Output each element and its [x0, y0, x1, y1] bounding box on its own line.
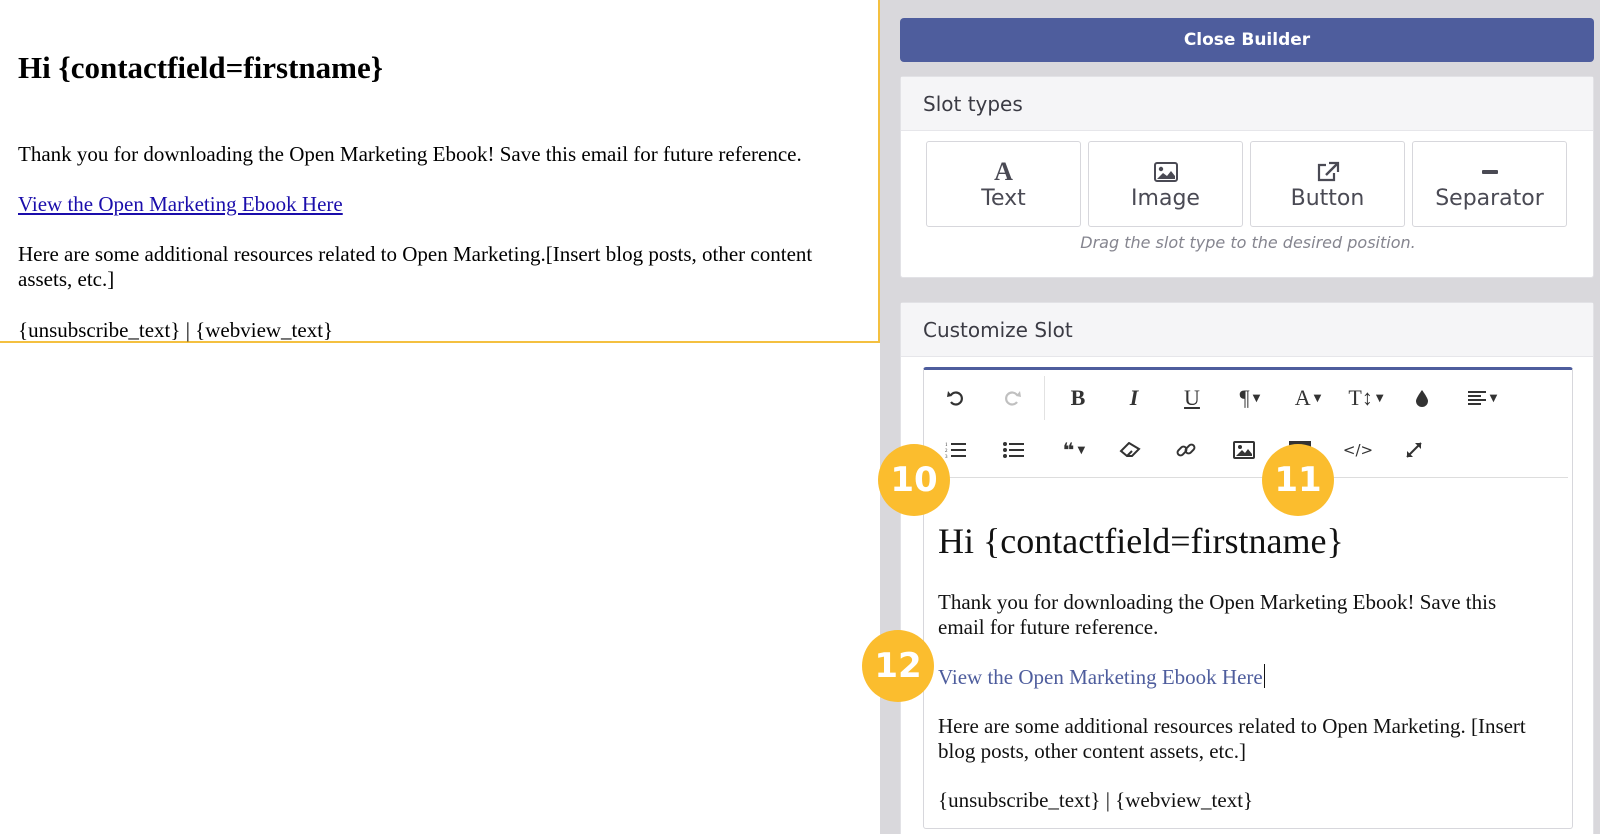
image-icon — [1153, 158, 1178, 186]
bold-icon[interactable]: B — [1058, 380, 1098, 416]
customize-slot-card: Customize Slot B I U ¶ ▼ A ▼ T↕ ▼ ▼ 1 2 … — [900, 302, 1594, 834]
text-color-icon[interactable] — [1402, 380, 1442, 416]
slot-type-image[interactable]: Image — [1088, 141, 1243, 227]
slot-types-card: Slot types A Text Image Button Separator… — [900, 76, 1594, 278]
builder-panel: Close Builder Slot types A Text Image Bu… — [880, 0, 1600, 834]
rich-text-editor[interactable]: B I U ¶ ▼ A ▼ T↕ ▼ ▼ 123 ❝ ▼ </> Hi {con… — [923, 367, 1573, 829]
callout-badge-10: 10 — [878, 444, 950, 516]
callout-badge-11: 11 — [1262, 444, 1334, 516]
eraser-icon[interactable] — [1110, 432, 1150, 468]
fullscreen-icon[interactable] — [1394, 432, 1434, 468]
email-preview[interactable]: Hi {contactfield=firstname} Thank you fo… — [0, 0, 880, 343]
editor-link-text: View the Open Marketing Ebook Here — [938, 665, 1263, 689]
editor-paragraph: Thank you for downloading the Open Marke… — [938, 590, 1497, 639]
preview-ebook-link[interactable]: View the Open Marketing Ebook Here — [18, 192, 343, 217]
toolbar-divider — [1044, 376, 1045, 420]
slot-type-label: Separator — [1435, 185, 1544, 211]
slot-type-text[interactable]: A Text — [926, 141, 1081, 227]
close-builder-button[interactable]: Close Builder — [900, 18, 1594, 62]
slot-type-separator[interactable]: Separator — [1412, 141, 1567, 227]
redo-icon[interactable] — [992, 380, 1032, 416]
preview-paragraph: Thank you for downloading the Open Marke… — [18, 142, 802, 166]
editor-heading: Hi {contactfield=firstname} — [938, 521, 1344, 561]
font-family-icon[interactable]: A ▼ — [1284, 380, 1332, 416]
editor-footer: {unsubscribe_text} | {webview_text} — [938, 788, 1254, 812]
link-icon[interactable] — [1166, 432, 1206, 468]
preview-footer: {unsubscribe_text} | {webview_text} — [18, 318, 334, 342]
svg-text:2: 2 — [945, 449, 948, 454]
font-size-icon[interactable]: T↕ ▼ — [1342, 380, 1390, 416]
italic-icon[interactable]: I — [1114, 380, 1154, 416]
underline-icon[interactable]: U — [1172, 380, 1212, 416]
paragraph-format-icon[interactable]: ¶ ▼ — [1226, 380, 1274, 416]
customize-slot-title: Customize Slot — [901, 303, 1593, 357]
align-icon[interactable]: ▼ — [1458, 380, 1506, 416]
separator-icon — [1480, 158, 1500, 186]
editor-ebook-link[interactable]: View the Open Marketing Ebook Here — [938, 664, 1265, 690]
quote-icon[interactable]: ❝ ▼ — [1050, 432, 1098, 468]
callout-badge-12: 12 — [862, 630, 934, 702]
slot-type-label: Image — [1131, 185, 1200, 211]
editor-toolbar: B I U ¶ ▼ A ▼ T↕ ▼ ▼ 123 ❝ ▼ </> — [924, 370, 1568, 478]
undo-icon[interactable] — [936, 380, 976, 416]
svg-text:3: 3 — [945, 455, 948, 459]
code-view-icon[interactable]: </> — [1338, 432, 1378, 468]
slot-type-label: Button — [1290, 185, 1365, 211]
text-icon: A — [994, 156, 1013, 186]
unordered-list-icon[interactable] — [994, 432, 1034, 468]
text-cursor — [1263, 664, 1265, 688]
slot-types-list: A Text Image Button Separator — [926, 141, 1567, 227]
slot-types-title: Slot types — [901, 77, 1593, 131]
insert-image-icon[interactable] — [1224, 432, 1264, 468]
preview-resources-paragraph: Here are some additional resources relat… — [18, 242, 813, 291]
slot-type-button[interactable]: Button — [1250, 141, 1405, 227]
svg-text:1: 1 — [945, 443, 948, 448]
slot-types-hint: Drag the slot type to the desired positi… — [1080, 233, 1416, 252]
external-link-icon — [1316, 158, 1340, 186]
slot-type-label: Text — [981, 185, 1026, 211]
preview-heading: Hi {contactfield=firstname} — [18, 50, 383, 85]
editor-resources-paragraph: Here are some additional resources relat… — [938, 714, 1526, 763]
